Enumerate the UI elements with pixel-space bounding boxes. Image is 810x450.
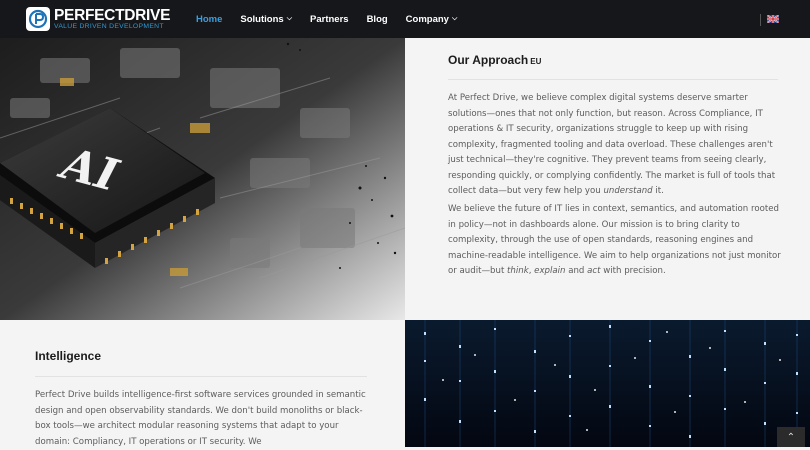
uk-flag-icon[interactable] [767, 15, 779, 23]
intelligence-paragraph-1: Perfect Drive builds intelligence-first … [35, 390, 366, 447]
brand-logo[interactable]: PERFECTDRIVE VALUE DRIVEN DEVELOPMENT [26, 7, 170, 31]
brand-tagline: VALUE DRIVEN DEVELOPMENT [54, 22, 164, 30]
nav-item-partners[interactable]: Partners [310, 14, 349, 25]
nav-divider [760, 14, 761, 26]
main-nav: Home Solutions ⌵ Partners Blog Company ⌵ [196, 0, 475, 38]
nav-item-blog[interactable]: Blog [367, 14, 388, 25]
approach-paragraph-2: We believe the future of IT lies in cont… [448, 204, 781, 276]
chevron-down-icon: ⌵ [451, 15, 458, 22]
nav-item-company[interactable]: Company ⌵ [406, 14, 458, 25]
intelligence-section: Intelligence Perfect Drive builds intell… [0, 320, 405, 447]
brand-name: PERFECTDRIVE [54, 6, 171, 24]
scroll-to-top-button[interactable]: ⌃ [777, 427, 805, 447]
brand-text: PERFECTDRIVE VALUE DRIVEN DEVELOPMENT [54, 6, 171, 31]
approach-divider [448, 79, 778, 80]
intelligence-title: Intelligence [35, 349, 102, 363]
logo-mark-icon [26, 7, 50, 31]
chevron-up-icon: ⌃ [786, 431, 796, 443]
chevron-down-icon: ⌵ [286, 15, 292, 22]
approach-title: Our Approach EU [448, 53, 542, 67]
navbar: PERFECTDRIVE VALUE DRIVEN DEVELOPMENT Ho… [0, 0, 810, 38]
approach-paragraph-1: At Perfect Drive, we believe complex dig… [448, 93, 776, 196]
data-rain-image [405, 320, 810, 447]
approach-section: Our Approach EU At Perfect Drive, we beli… [405, 38, 810, 320]
approach-title-suffix: EU [530, 57, 542, 66]
nav-item-home[interactable]: Home [196, 14, 222, 25]
ai-chip-image: AI [0, 38, 405, 320]
nav-item-solutions[interactable]: Solutions ⌵ [240, 14, 292, 25]
intelligence-divider [35, 376, 367, 377]
